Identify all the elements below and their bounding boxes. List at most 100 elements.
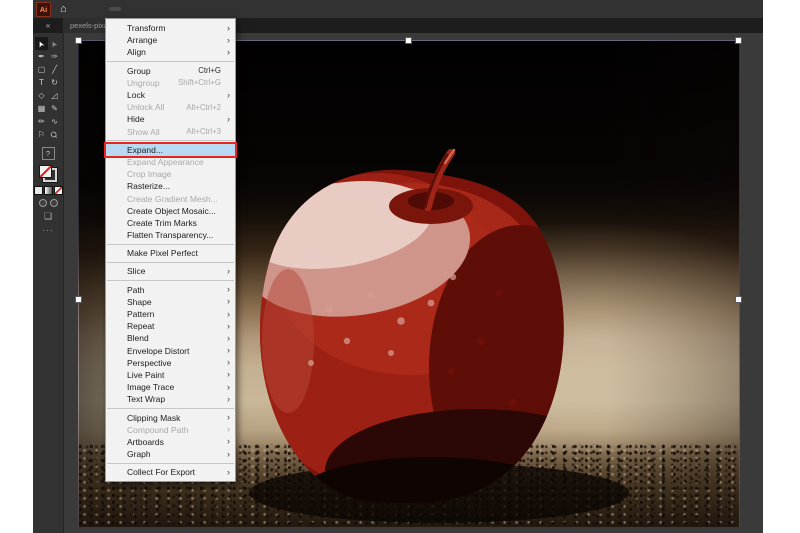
menu-item[interactable]: Arrange ›	[106, 34, 235, 46]
paintbrush-tool[interactable]: ✏	[35, 115, 48, 128]
selection-handle[interactable]	[75, 296, 82, 303]
menu-item[interactable]: Crop Image	[106, 168, 235, 180]
menu-item[interactable]: Compound Path ›	[106, 424, 235, 436]
curvature-tool[interactable]: ✑	[48, 50, 61, 63]
menu-item[interactable]: Text Wrap ›	[106, 393, 235, 405]
scale-tool[interactable]: ◿	[48, 89, 61, 102]
menu-item-shortcut: Alt+Ctrl+3	[186, 127, 221, 137]
menu-item[interactable]: Clipping Mask ›	[106, 411, 235, 423]
menu-item[interactable]	[107, 407, 234, 409]
rectangle-tool[interactable]: ▢	[35, 63, 48, 76]
menu-item[interactable]: Slice ›	[106, 265, 235, 277]
none-swatch-icon[interactable]	[39, 165, 52, 178]
pencil-tool[interactable]: ✎	[48, 102, 61, 115]
rotate-tool[interactable]: ↻	[48, 76, 61, 89]
menu-item[interactable]	[107, 61, 234, 63]
gradient-button[interactable]	[43, 186, 53, 195]
menu-item[interactable]: Flatten Transparency...	[106, 229, 235, 241]
type-tool[interactable]: T	[35, 76, 48, 89]
submenu-arrow-icon: ›	[227, 46, 230, 57]
menu-item-label: Expand...	[127, 144, 163, 155]
menu-item[interactable]: Repeat ›	[106, 320, 235, 332]
menubar-item[interactable]	[97, 7, 109, 11]
menu-item[interactable]: Rasterize...	[106, 180, 235, 192]
menu-item[interactable]: Group Ctrl+G	[106, 65, 235, 77]
selection-handle[interactable]	[735, 37, 742, 44]
menubar-item[interactable]	[169, 7, 181, 11]
submenu-arrow-icon: ›	[227, 436, 230, 447]
tool-grid: ➤ ➤ ✒ ✑ ▢ ╱ T ↻ ◇ ◿ ▦ ✎ ✏ ∿ ⚐ Ϙ	[35, 37, 61, 141]
submenu-arrow-icon: ›	[227, 89, 230, 100]
menu-item[interactable]	[107, 261, 234, 263]
menu-bar: Ai ⌂	[33, 0, 763, 18]
shape-builder-tool[interactable]: ◇	[35, 89, 48, 102]
direct-selection-tool[interactable]: ➤	[48, 37, 61, 50]
menu-item[interactable]: Envelope Distort ›	[106, 345, 235, 357]
draw-behind-icon[interactable]	[49, 199, 58, 207]
menubar-item[interactable]	[145, 7, 157, 11]
menu-bar-items	[85, 0, 193, 18]
menu-item[interactable]	[107, 140, 234, 142]
menubar-item[interactable]	[133, 7, 145, 11]
menubar-item[interactable]	[157, 7, 169, 11]
menu-item[interactable]: Lock ›	[106, 89, 235, 101]
shaper-tool[interactable]: ∿	[48, 115, 61, 128]
mesh-tool[interactable]: ▦	[35, 102, 48, 115]
menu-item[interactable]: Pattern ›	[106, 308, 235, 320]
selection-handle[interactable]	[405, 37, 412, 44]
submenu-arrow-icon: ›	[227, 381, 230, 392]
menubar-item[interactable]	[121, 7, 133, 11]
home-icon[interactable]: ⌂	[60, 3, 67, 15]
menu-item[interactable]: Live Paint ›	[106, 369, 235, 381]
menu-item-label: Transform	[127, 23, 166, 34]
menu-item[interactable]: Align ›	[106, 46, 235, 58]
selection-handle[interactable]	[75, 37, 82, 44]
menu-item[interactable]: Hide ›	[106, 113, 235, 125]
menu-item-label: Repeat	[127, 321, 155, 332]
menu-item[interactable]: Blend ›	[106, 332, 235, 344]
menu-item[interactable]: Perspective ›	[106, 357, 235, 369]
menu-item[interactable]: Unlock All Alt+Ctrl+2	[106, 101, 235, 113]
menubar-item[interactable]	[108, 7, 121, 11]
menu-item[interactable]: Image Trace ›	[106, 381, 235, 393]
selection-tool[interactable]: ➤	[35, 37, 48, 50]
menu-item[interactable]: Expand...	[104, 141, 237, 159]
menu-item[interactable]: Shape ›	[106, 296, 235, 308]
menu-item[interactable]: Expand Appearance	[106, 156, 235, 168]
menu-item-label: Compound Path	[127, 424, 189, 435]
line-segment-tool[interactable]: ╱	[48, 63, 61, 76]
menu-item-shortcut: Shift+Ctrl+G	[178, 78, 221, 88]
menu-item[interactable]: Ungroup Shift+Ctrl+G	[106, 77, 235, 89]
menu-item[interactable]: Make Pixel Perfect	[106, 247, 235, 259]
submenu-arrow-icon: ›	[227, 412, 230, 423]
menubar-item[interactable]	[181, 7, 193, 11]
fill-stroke-swatches[interactable]	[39, 165, 58, 183]
menu-item-label: Pattern	[127, 309, 155, 320]
selection-handle[interactable]	[735, 296, 742, 303]
color-button[interactable]	[33, 186, 43, 195]
menu-item[interactable]: Create Trim Marks	[106, 217, 235, 229]
menu-item[interactable]: Create Object Mosaic...	[106, 205, 235, 217]
menu-item[interactable]: Graph ›	[106, 448, 235, 460]
menu-item-label: Unlock All	[127, 102, 165, 113]
menu-item[interactable]: Create Gradient Mesh...	[106, 192, 235, 204]
menu-item[interactable]: Path ›	[106, 284, 235, 296]
menu-item[interactable]: Artboards ›	[106, 436, 235, 448]
submenu-arrow-icon: ›	[227, 357, 230, 368]
change-screen-mode-icon[interactable]: ❏	[44, 211, 52, 222]
none-button[interactable]	[53, 186, 63, 195]
artboard-tool[interactable]: ⚐	[35, 128, 48, 141]
collapse-dock-icon[interactable]: «	[33, 21, 63, 30]
draw-normal-icon[interactable]	[38, 199, 47, 207]
menu-item[interactable]	[107, 243, 234, 245]
menu-item[interactable]: Transform ›	[106, 22, 235, 34]
fill-indicator-mixed[interactable]: ?	[41, 147, 55, 160]
menu-item[interactable]	[107, 280, 234, 282]
menu-item[interactable]: Collect For Export ›	[106, 466, 235, 478]
menu-item[interactable]	[107, 462, 234, 464]
menu-item[interactable]: Show All Alt+Ctrl+3	[106, 126, 235, 138]
menubar-item[interactable]	[85, 7, 97, 11]
zoom-tool[interactable]: Ϙ	[48, 128, 61, 141]
edit-toolbar-ellipsis[interactable]: ···	[43, 226, 54, 235]
pen-tool[interactable]: ✒	[35, 50, 48, 63]
